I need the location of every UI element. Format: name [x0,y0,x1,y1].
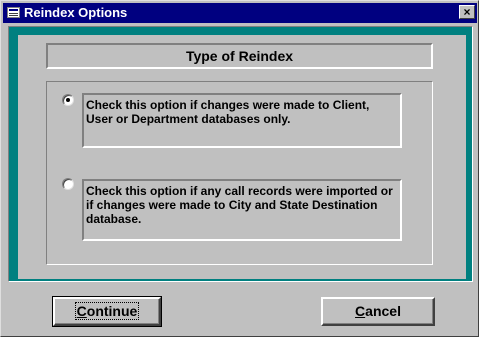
options-panel: Type of Reindex Check this option if cha… [18,35,466,279]
option-1-text[interactable]: Check this option if changes were made t… [82,93,402,148]
section-header: Type of Reindex [46,43,433,69]
reindex-options-dialog: Reindex Options × Type of Reindex Check … [0,0,479,337]
option-2-text[interactable]: Check this option if any call records we… [82,179,402,241]
continue-mnemonic: C [76,303,87,319]
continue-button[interactable]: Continue [52,296,162,327]
close-button[interactable]: × [459,5,475,19]
continue-focus-rect: Continue [74,302,140,320]
cancel-mnemonic: C [355,303,366,319]
window-title: Reindex Options [24,5,128,20]
cancel-button[interactable]: Cancel [321,297,435,326]
continue-label: ontinue [86,303,138,319]
reindex-option-group: Check this option if changes were made t… [46,81,433,265]
title-bar[interactable]: Reindex Options × [3,3,477,23]
form-icon[interactable] [7,7,20,18]
option-2-radio[interactable] [62,178,74,190]
cancel-label: ancel [365,303,401,319]
form-background: Type of Reindex Check this option if cha… [8,26,473,282]
option-1-radio[interactable] [62,94,74,106]
